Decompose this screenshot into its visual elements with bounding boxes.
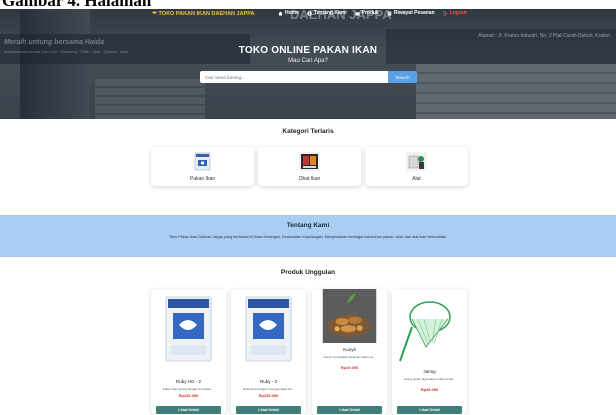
- medicine-box-icon: [299, 152, 320, 171]
- categories-title: Kategori Terlaris: [282, 128, 334, 135]
- product-image: [392, 289, 467, 365]
- view-detail-button[interactable]: Lihat Detail: [317, 406, 382, 414]
- product-card-jaring[interactable]: Jaring Jaring (ayak) digunakan untuk men…: [392, 289, 467, 415]
- search-bar: Search: [200, 71, 417, 83]
- caption-text: Gambar 4. Halaman: [2, 0, 151, 9]
- nav-item-logout[interactable]: Logout: [442, 10, 467, 16]
- nav-item-label: Riwayat Pesanan: [393, 10, 435, 16]
- view-detail-button[interactable]: Lihat Detail: [397, 406, 462, 414]
- history-icon: [387, 11, 392, 15]
- category-label: Pakan Ikan: [189, 176, 216, 182]
- product-name: Ruby - 3: [259, 379, 277, 384]
- hero-banner: DAEHAN JAPPA Meraih untung bersama Haida…: [0, 9, 616, 119]
- product-price: Rp45.000: [420, 387, 439, 392]
- product-image: [322, 289, 377, 343]
- nav-item-label: Produk: [361, 10, 379, 16]
- view-detail-button[interactable]: Lihat Detail: [236, 406, 301, 414]
- category-image: [192, 152, 213, 171]
- product-price: Rp235.000: [258, 393, 279, 398]
- product-description: Kunyit merupakan tanaman herba ya...: [323, 355, 376, 359]
- category-image: [406, 152, 427, 171]
- home-icon: [278, 11, 283, 15]
- nav-item-label: Logout: [449, 10, 467, 16]
- navbar: TOKO PAKAN IKAN DAEHAN JAPPA Home Tentan…: [0, 9, 616, 23]
- info-icon: [307, 10, 312, 16]
- brand-label: TOKO PAKAN IKAN DAEHAN JAPPA: [158, 11, 255, 17]
- product-name: Jaring: [423, 369, 436, 374]
- nav-item-riwayat-pesanan[interactable]: Riwayat Pesanan: [387, 10, 435, 16]
- category-card-obat-ikan[interactable]: Obat Ikan: [258, 147, 361, 186]
- nav-item-tentang-kami[interactable]: Tentang Kami: [307, 10, 347, 16]
- brand-link[interactable]: TOKO PAKAN IKAN DAEHAN JAPPA: [152, 10, 254, 17]
- search-input[interactable]: [200, 71, 388, 83]
- box-icon: [355, 11, 360, 15]
- hero-title: TOKO ONLINE PAKAN IKAN: [238, 45, 378, 56]
- nav-item-label: Tentang Kami: [313, 10, 347, 16]
- product-image: [231, 289, 306, 365]
- product-price: Rp230.000: [178, 393, 199, 398]
- product-card-kunyit[interactable]: Kunyit Kunyit merupakan tanaman herba ya…: [312, 289, 387, 415]
- view-detail-button[interactable]: Lihat Detail: [156, 406, 221, 414]
- product-name: Ruby HG - 2: [175, 379, 201, 384]
- logout-icon: [442, 10, 448, 16]
- category-card-alat[interactable]: Alat: [365, 147, 468, 186]
- nav-item-label: Home: [285, 10, 299, 16]
- category-card-pakan-ikan[interactable]: Pakan Ikan: [151, 147, 254, 186]
- product-price: Rp10.000: [340, 365, 359, 370]
- product-description: Pakan ikan apung dengan formulasi ...: [162, 387, 215, 391]
- hero-subtitle: Mau Cari Apa?: [288, 58, 328, 64]
- hero-overlay: [0, 9, 616, 119]
- product-name: Kunyit: [343, 347, 356, 352]
- nav-item-home[interactable]: Home: [278, 10, 299, 16]
- fish-icon: [152, 11, 157, 14]
- nav-menu: Home Tentang Kami Produk Riwayat Pesanan…: [278, 10, 467, 16]
- about-title: Tentang Kami: [286, 222, 330, 229]
- product-card-ruby-3[interactable]: Ruby - 3 Dirancang dengan menggunakan ba…: [231, 289, 306, 415]
- about-section: Tentang Kami Toko Pakan Ikan Daehan Japp…: [0, 215, 616, 257]
- category-label: Alat: [412, 176, 421, 182]
- cropped-caption: Gambar 4. Halaman: [0, 0, 616, 9]
- feed-bag-icon: [194, 152, 211, 171]
- product-description: Jaring (ayak) digunakan untuk mengi...: [403, 377, 456, 381]
- category-image: [299, 152, 320, 171]
- products-title: Produk Unggulan: [280, 269, 336, 276]
- about-text: Toko Pakan Ikan Daehan Jappa yang berlok…: [169, 235, 447, 239]
- aquarium-tool-icon: [406, 152, 427, 171]
- search-button[interactable]: Search: [388, 71, 417, 83]
- product-description: Dirancang dengan menggunakan ba...: [242, 387, 295, 391]
- category-label: Obat Ikan: [298, 176, 321, 182]
- nav-item-produk[interactable]: Produk: [355, 10, 379, 16]
- hero-banner-address: Alamat : Jl. Kraton Industri, No. 2 Plat…: [478, 33, 610, 39]
- product-image: [151, 289, 226, 365]
- product-card-ruby-hg-2[interactable]: Ruby HG - 2 Pakan ikan apung dengan form…: [151, 289, 226, 415]
